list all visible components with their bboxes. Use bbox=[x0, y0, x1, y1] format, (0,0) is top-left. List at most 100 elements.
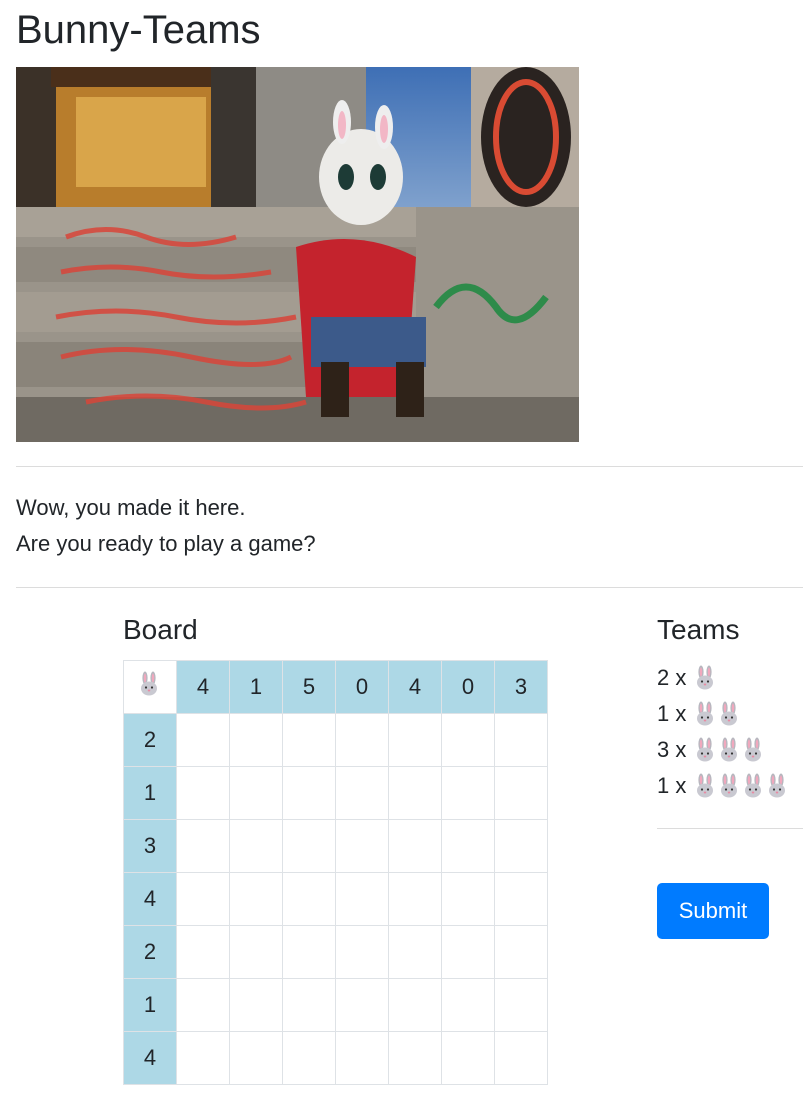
board-cell[interactable] bbox=[282, 819, 336, 873]
board-cell[interactable] bbox=[176, 978, 230, 1032]
board-cell[interactable] bbox=[229, 925, 283, 979]
team-item: 1 x bbox=[657, 768, 790, 804]
board-cell[interactable] bbox=[441, 766, 495, 820]
bunny-icon bbox=[721, 701, 738, 726]
team-count: 1 x bbox=[657, 701, 687, 726]
board-row: 4 bbox=[123, 1031, 548, 1085]
column-hint: 0 bbox=[441, 660, 495, 714]
team-item: 1 x bbox=[657, 696, 790, 732]
board-cell[interactable] bbox=[282, 872, 336, 926]
board-cell[interactable] bbox=[282, 925, 336, 979]
column-hint: 4 bbox=[176, 660, 230, 714]
board-cell[interactable] bbox=[494, 925, 548, 979]
board-cell[interactable] bbox=[335, 872, 389, 926]
submit-button[interactable]: Submit bbox=[657, 883, 769, 939]
board-cell[interactable] bbox=[388, 872, 442, 926]
board-corner bbox=[123, 660, 177, 714]
board-cell[interactable] bbox=[494, 978, 548, 1032]
board-title: Board bbox=[123, 614, 198, 645]
board-cell[interactable] bbox=[388, 1031, 442, 1085]
board-cell[interactable] bbox=[441, 978, 495, 1032]
board-cell[interactable] bbox=[229, 872, 283, 926]
row-hint: 1 bbox=[123, 766, 177, 820]
bunny-icon bbox=[697, 737, 714, 762]
column-hint: 3 bbox=[494, 660, 548, 714]
board-cell[interactable] bbox=[229, 978, 283, 1032]
board-cell[interactable] bbox=[441, 713, 495, 767]
row-hint: 4 bbox=[123, 1031, 177, 1085]
row-hint: 2 bbox=[123, 713, 177, 767]
board-cell[interactable] bbox=[176, 766, 230, 820]
board-cell[interactable] bbox=[494, 872, 548, 926]
board-cell[interactable] bbox=[282, 713, 336, 767]
row-hint: 4 bbox=[123, 872, 177, 926]
board-cell[interactable] bbox=[176, 925, 230, 979]
board-cell[interactable] bbox=[229, 1031, 283, 1085]
column-hint: 1 bbox=[229, 660, 283, 714]
bunny-icon bbox=[721, 737, 738, 762]
board-cell[interactable] bbox=[176, 819, 230, 873]
column-hint: 0 bbox=[335, 660, 389, 714]
bunny-icon bbox=[697, 773, 714, 798]
board-cell[interactable] bbox=[176, 872, 230, 926]
row-hint: 3 bbox=[123, 819, 177, 873]
board-cell[interactable] bbox=[441, 1031, 495, 1085]
teams-list: 2 x 1 x 3 x 1 x bbox=[657, 660, 790, 804]
board-row: 4 bbox=[123, 872, 548, 926]
board-cell[interactable] bbox=[388, 713, 442, 767]
board-row: 1 bbox=[123, 978, 548, 1032]
board-cell[interactable] bbox=[335, 713, 389, 767]
bunny-icon bbox=[769, 773, 786, 798]
board-row: 3 bbox=[123, 819, 548, 873]
intro-line-2: Are you ready to play a game? bbox=[16, 531, 316, 556]
board-row: 1 bbox=[123, 766, 548, 820]
board-cell[interactable] bbox=[441, 819, 495, 873]
row-hint: 2 bbox=[123, 925, 177, 979]
board-cell[interactable] bbox=[335, 766, 389, 820]
board-cell[interactable] bbox=[441, 925, 495, 979]
bunny-icon bbox=[745, 773, 762, 798]
team-count: 1 x bbox=[657, 773, 687, 798]
board-cell[interactable] bbox=[229, 819, 283, 873]
board-grid: 41504032134214 bbox=[123, 660, 548, 1085]
board-cell[interactable] bbox=[388, 766, 442, 820]
divider bbox=[657, 828, 803, 829]
board-row: 2 bbox=[123, 925, 548, 979]
board-cell[interactable] bbox=[441, 872, 495, 926]
bunny-icon bbox=[141, 671, 157, 696]
team-count: 2 x bbox=[657, 665, 687, 690]
intro-line-1: Wow, you made it here. bbox=[16, 495, 246, 520]
board-cell[interactable] bbox=[494, 1031, 548, 1085]
board-cell[interactable] bbox=[176, 1031, 230, 1085]
board-cell[interactable] bbox=[229, 766, 283, 820]
board-cell[interactable] bbox=[335, 1031, 389, 1085]
board-cell[interactable] bbox=[388, 978, 442, 1032]
board-cell[interactable] bbox=[494, 819, 548, 873]
bunny-icon bbox=[697, 665, 714, 690]
board-cell[interactable] bbox=[335, 978, 389, 1032]
bunny-mask-photo bbox=[16, 67, 579, 442]
board-row: 2 bbox=[123, 713, 548, 767]
board-cell[interactable] bbox=[282, 766, 336, 820]
board-cell[interactable] bbox=[282, 1031, 336, 1085]
bunny-icon bbox=[697, 701, 714, 726]
board-cell[interactable] bbox=[229, 713, 283, 767]
row-hint: 1 bbox=[123, 978, 177, 1032]
board-cell[interactable] bbox=[176, 713, 230, 767]
team-item: 2 x bbox=[657, 660, 790, 696]
column-hint: 4 bbox=[388, 660, 442, 714]
intro-text: Wow, you made it here. Are you ready to … bbox=[16, 490, 316, 562]
board-cell[interactable] bbox=[282, 978, 336, 1032]
board-cell[interactable] bbox=[335, 819, 389, 873]
column-hint: 5 bbox=[282, 660, 336, 714]
team-count: 3 x bbox=[657, 737, 687, 762]
board-cell[interactable] bbox=[335, 925, 389, 979]
bunny-icon bbox=[745, 737, 762, 762]
board-cell[interactable] bbox=[388, 819, 442, 873]
bunny-icon bbox=[721, 773, 738, 798]
divider bbox=[16, 466, 803, 467]
board-cell[interactable] bbox=[388, 925, 442, 979]
board-cell[interactable] bbox=[494, 713, 548, 767]
teams-title: Teams bbox=[657, 614, 740, 645]
board-cell[interactable] bbox=[494, 766, 548, 820]
